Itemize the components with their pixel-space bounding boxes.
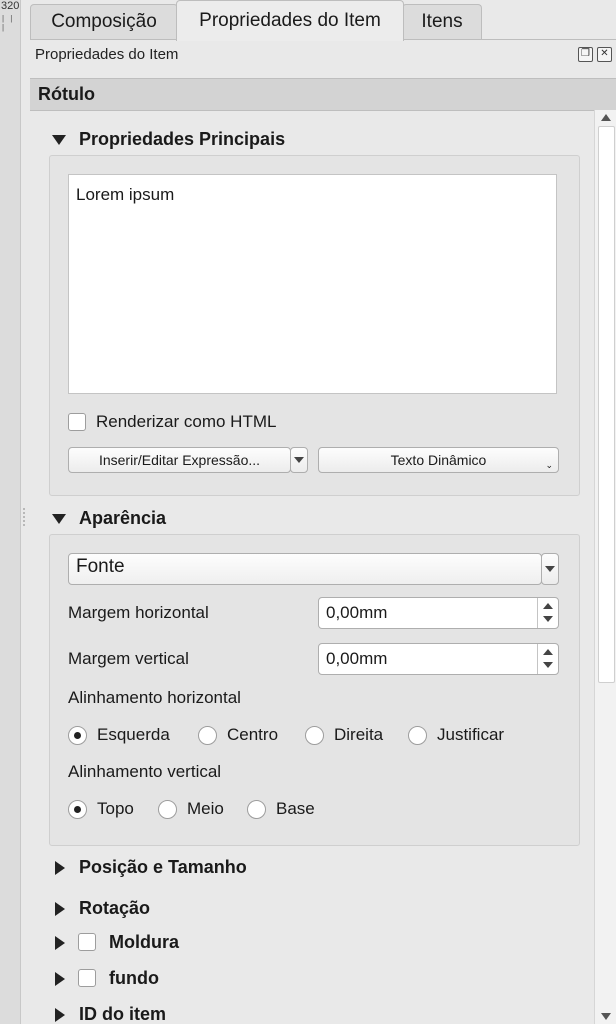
radio-align-justify[interactable] — [408, 726, 427, 745]
render-html-checkbox[interactable] — [68, 413, 86, 431]
radio-align-justify-label: Justificar — [437, 725, 505, 744]
font-button[interactable]: Fonte — [68, 553, 542, 585]
expand-triangle-icon[interactable] — [55, 1008, 65, 1022]
position-size-header[interactable]: Posição e Tamanho — [79, 857, 247, 878]
render-html-label: Renderizar como HTML — [96, 412, 277, 431]
margin-horizontal-label: Margem horizontal — [68, 603, 209, 622]
radio-align-bottom[interactable] — [247, 800, 266, 819]
spin-down-icon[interactable] — [543, 616, 553, 622]
section-header: Rótulo — [30, 78, 616, 111]
tab-item-properties[interactable]: Propriedades do Item — [176, 0, 404, 41]
spin-up-icon[interactable] — [543, 603, 553, 609]
chevron-down-icon — [294, 457, 304, 463]
collapse-triangle-icon[interactable] — [52, 135, 66, 145]
collapse-triangle-icon[interactable] — [52, 514, 66, 524]
frame-checkbox[interactable] — [78, 933, 96, 951]
spin-buttons[interactable] — [537, 598, 558, 628]
close-panel-icon[interactable]: ✕ — [597, 47, 612, 62]
margin-horizontal-spinbox[interactable]: 0,00mm — [318, 597, 559, 629]
radio-align-center-label: Centro — [227, 725, 279, 744]
properties-content: Propriedades Principais Lorem ipsum Rend… — [30, 110, 594, 1024]
radio-align-center[interactable] — [198, 726, 217, 745]
align-vertical-label: Alinhamento vertical — [68, 762, 222, 781]
tab-composition[interactable]: Composição — [30, 4, 178, 39]
ruler-number: 320 — [1, 0, 20, 12]
spin-up-icon[interactable] — [543, 649, 553, 655]
spin-buttons[interactable] — [537, 644, 558, 674]
radio-align-bottom-label: Base — [276, 799, 315, 818]
appearance-header[interactable]: Aparência — [79, 508, 166, 529]
section-title: Rótulo — [38, 84, 95, 104]
margin-vertical-label: Margem vertical — [68, 649, 189, 668]
insert-expression-dropdown[interactable] — [290, 447, 308, 473]
font-dropdown[interactable] — [541, 553, 559, 585]
frame-header[interactable]: Moldura — [109, 932, 179, 953]
vertical-scrollbar[interactable] — [594, 110, 616, 1024]
expand-triangle-icon[interactable] — [55, 902, 65, 916]
radio-align-left-label: Esquerda — [97, 725, 170, 744]
expand-triangle-icon[interactable] — [55, 936, 65, 950]
item-id-header[interactable]: ID do item — [79, 1004, 166, 1024]
margin-horizontal-value: 0,00mm — [326, 603, 388, 622]
ruler: 320 | | | — [0, 0, 21, 1024]
radio-align-top-label: Topo — [97, 799, 134, 818]
label-text-area[interactable]: Lorem ipsum — [68, 174, 557, 394]
ruler-ticks: | | | — [2, 14, 15, 32]
scroll-down-icon[interactable] — [601, 1013, 611, 1020]
radio-align-right-label: Direita — [334, 725, 384, 744]
background-checkbox[interactable] — [78, 969, 96, 987]
rotation-header[interactable]: Rotação — [79, 898, 150, 919]
scrollbar-thumb[interactable] — [598, 126, 615, 683]
panel-title: Propriedades do Item — [35, 46, 179, 63]
align-horizontal-label: Alinhamento horizontal — [68, 688, 241, 707]
dock-resize-handle[interactable] — [23, 508, 28, 526]
main-properties-header[interactable]: Propriedades Principais — [79, 129, 285, 150]
chevron-down-icon: ⌄ — [545, 460, 553, 470]
spin-down-icon[interactable] — [543, 662, 553, 668]
expand-triangle-icon[interactable] — [55, 861, 65, 875]
radio-align-top[interactable] — [68, 800, 87, 819]
scroll-up-icon[interactable] — [601, 114, 611, 121]
insert-expression-button[interactable]: Inserir/Editar Expressão... — [68, 447, 291, 473]
dynamic-text-button[interactable]: Texto Dinâmico ⌄ — [318, 447, 559, 473]
dynamic-text-label: Texto Dinâmico — [390, 452, 487, 468]
tab-items[interactable]: Itens — [402, 4, 482, 39]
tab-bar: Composição Propriedades do Item Itens — [30, 0, 616, 41]
radio-align-right[interactable] — [305, 726, 324, 745]
appearance-group: Fonte Margem horizontal 0,00mm Margem ve… — [49, 534, 580, 846]
radio-align-middle-label: Meio — [187, 799, 224, 818]
main-properties-group: Lorem ipsum Renderizar como HTML Inserir… — [49, 155, 580, 496]
margin-vertical-spinbox[interactable]: 0,00mm — [318, 643, 559, 675]
float-panel-icon[interactable]: ❐ — [578, 47, 593, 62]
radio-align-middle[interactable] — [158, 800, 177, 819]
background-header[interactable]: fundo — [109, 968, 159, 989]
radio-align-left[interactable] — [68, 726, 87, 745]
margin-vertical-value: 0,00mm — [326, 649, 388, 668]
chevron-down-icon — [545, 566, 555, 572]
expand-triangle-icon[interactable] — [55, 972, 65, 986]
